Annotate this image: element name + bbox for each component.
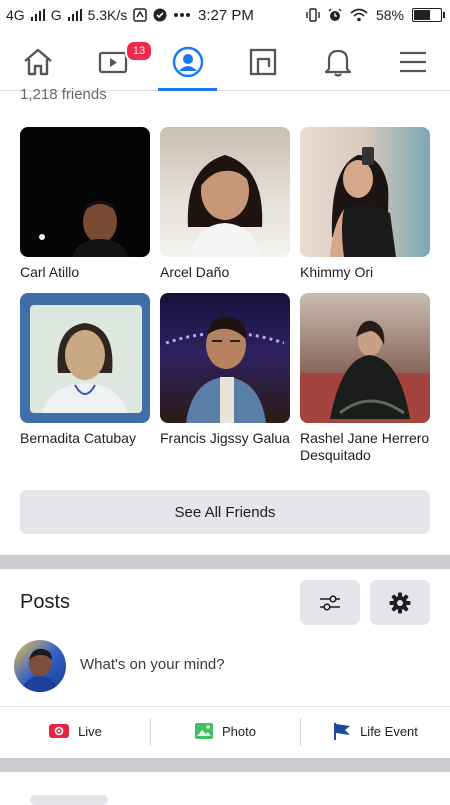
friend-card[interactable]: Arcel Daño — [160, 127, 290, 293]
live-button[interactable]: Live — [0, 707, 150, 755]
gear-icon — [389, 592, 411, 613]
post-composer[interactable]: What's on your mind? — [0, 636, 450, 704]
friends-count: 1,218 friends — [20, 86, 107, 103]
photo-button[interactable]: Photo — [150, 707, 300, 755]
nav-profile[interactable] — [150, 34, 225, 91]
signal-label: G — [50, 7, 62, 23]
nav-notifications[interactable] — [300, 34, 375, 90]
nav-marketplace[interactable] — [225, 34, 300, 90]
life-event-button[interactable]: Life Event — [300, 707, 450, 755]
friend-name[interactable]: Khimmy Ori — [300, 264, 430, 281]
friend-photo[interactable] — [160, 127, 290, 257]
person-photo-graphic — [165, 316, 285, 423]
person-photo-graphic — [330, 147, 396, 257]
wifi-icon — [350, 8, 368, 22]
network-type: 4G — [6, 7, 25, 23]
section-divider — [0, 758, 450, 772]
profile-icon — [172, 46, 203, 78]
friend-photo[interactable] — [160, 293, 290, 423]
photo-icon — [195, 723, 213, 739]
posts-title: Posts — [20, 591, 71, 613]
composer-actions: Live Photo Life Event — [0, 706, 450, 755]
person-photo-graphic — [187, 155, 263, 257]
home-icon — [23, 48, 52, 76]
signal-icon-2 — [67, 9, 82, 21]
photo-label: Photo — [222, 723, 256, 739]
friend-card[interactable]: Carl Atillo — [20, 127, 150, 293]
status-left: 4G G 5.3K/s — [6, 7, 191, 23]
network-speed: 5.3K/s — [87, 7, 128, 23]
live-icon — [49, 724, 70, 738]
status-right: 58% — [306, 7, 445, 23]
live-label: Live — [78, 723, 102, 739]
friend-name[interactable]: Arcel Daño — [160, 264, 290, 281]
alarm-icon — [328, 8, 342, 21]
friend-name[interactable]: Francis Jigssy Galua — [160, 430, 290, 447]
friend-name[interactable]: Rashel Jane Herrero Desquitado — [300, 430, 430, 464]
check-circle-icon — [153, 8, 167, 22]
see-all-friends-button[interactable]: See All Friends — [20, 490, 430, 534]
clock: 3:27 PM — [198, 7, 254, 24]
person-photo-graphic — [39, 200, 130, 257]
watch-badge: 13 — [125, 40, 153, 62]
next-section-placeholder — [30, 795, 108, 805]
avatar-graphic — [20, 648, 60, 692]
battery-percent: 58% — [375, 7, 404, 23]
friend-photo[interactable] — [300, 293, 430, 423]
friend-name[interactable]: Carl Atillo — [20, 264, 150, 281]
more-dots-icon — [174, 13, 191, 17]
top-nav: 13 — [0, 34, 450, 91]
marketplace-icon — [249, 48, 276, 76]
nav-menu[interactable] — [375, 34, 450, 90]
friend-card[interactable]: Bernadita Catubay — [20, 293, 150, 459]
friend-photo[interactable] — [300, 127, 430, 257]
person-photo-graphic — [300, 320, 430, 423]
life-event-icon — [334, 723, 351, 740]
hamburger-menu-icon — [399, 51, 426, 73]
person-photo-graphic — [30, 305, 142, 413]
avatar[interactable] — [14, 640, 66, 692]
battery-level — [414, 10, 431, 20]
nav-watch[interactable]: 13 — [75, 34, 153, 90]
vibrate-icon — [306, 8, 320, 22]
friend-card[interactable]: Rashel Jane Herrero Desquitado — [300, 293, 430, 463]
status-bar: 4G G 5.3K/s 3:27 PM 58% — [0, 0, 450, 32]
battery-icon — [412, 8, 445, 22]
signal-icon — [30, 9, 45, 21]
watch-video-icon — [98, 51, 127, 74]
friend-name[interactable]: Bernadita Catubay — [20, 430, 150, 447]
friend-card[interactable]: Khimmy Ori — [300, 127, 430, 293]
composer-prompt[interactable]: What's on your mind? — [80, 656, 225, 673]
sim-icon — [133, 8, 148, 22]
filter-posts-button[interactable] — [300, 580, 360, 625]
post-settings-button[interactable] — [370, 580, 430, 625]
friends-grid: Carl Atillo Arcel Daño Khimmy Ori Bernad… — [20, 127, 430, 463]
friend-card[interactable]: Francis Jigssy Galua — [160, 293, 290, 459]
friend-photo[interactable] — [20, 293, 150, 423]
life-event-label: Life Event — [360, 723, 418, 739]
friend-photo[interactable] — [20, 127, 150, 257]
sliders-icon — [320, 594, 340, 611]
section-divider — [0, 555, 450, 569]
bell-icon — [324, 49, 351, 77]
nav-home[interactable] — [0, 34, 75, 90]
